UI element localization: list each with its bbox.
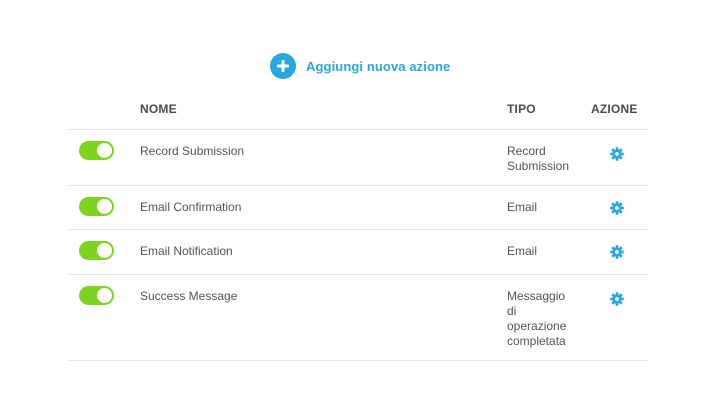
gear-icon[interactable] [609, 146, 625, 162]
toggle-knob [97, 243, 112, 258]
actions-page: Aggiungi nuova azione NOME TIPO AZIONE R… [0, 0, 721, 420]
action-name: Record Submission [140, 144, 245, 158]
gear-icon[interactable] [609, 200, 625, 216]
column-header-tipo: TIPO [507, 102, 536, 116]
table-row: Email Confirmation Email [68, 186, 648, 230]
table-row: Success Message Messaggio di operazione … [68, 275, 648, 361]
table-row: Record Submission Record Submission [68, 130, 648, 186]
column-header-nome: NOME [140, 102, 177, 116]
action-type: Messaggio di operazione completata [507, 289, 567, 348]
enable-toggle[interactable] [79, 286, 114, 305]
toggle-knob [97, 143, 112, 158]
action-name: Email Notification [140, 244, 233, 258]
toggle-knob [97, 199, 112, 214]
add-action-label: Aggiungi nuova azione [306, 58, 451, 74]
gear-icon[interactable] [609, 291, 625, 307]
enable-toggle[interactable] [79, 241, 114, 260]
add-action-button[interactable]: Aggiungi nuova azione [270, 53, 450, 79]
toggle-knob [97, 288, 112, 303]
column-header-azione: AZIONE [591, 102, 638, 116]
enable-toggle[interactable] [79, 197, 114, 216]
enable-toggle[interactable] [79, 141, 114, 160]
action-type: Email [507, 244, 538, 258]
table-header: NOME TIPO AZIONE [68, 92, 648, 130]
action-type: Record Submission [507, 144, 570, 173]
plus-icon [270, 53, 296, 79]
action-type: Email [507, 200, 538, 214]
gear-icon[interactable] [609, 244, 625, 260]
action-name: Email Confirmation [140, 200, 242, 214]
action-name: Success Message [140, 289, 238, 303]
actions-table: NOME TIPO AZIONE Record Submission Recor… [68, 92, 648, 361]
table-row: Email Notification Email [68, 230, 648, 275]
